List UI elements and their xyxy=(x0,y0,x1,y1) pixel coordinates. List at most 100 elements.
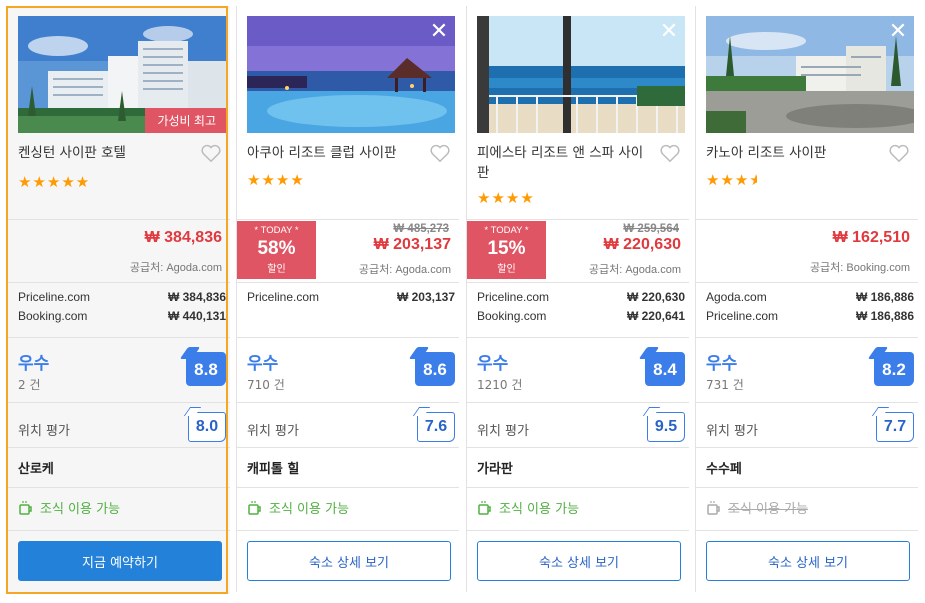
guest-rating: 우수 1210 건 8.4 xyxy=(477,349,685,399)
heart-icon[interactable] xyxy=(888,142,910,164)
divider xyxy=(237,447,459,448)
divider xyxy=(8,447,230,448)
provider-price: ₩ 220,630 xyxy=(626,290,685,304)
provider-row[interactable]: Agoda.com ₩ 186,886 xyxy=(706,290,914,309)
divider xyxy=(237,337,459,338)
provider-list: Priceline.com ₩ 384,836 Booking.com ₩ 440,… xyxy=(18,290,226,328)
heart-icon[interactable] xyxy=(200,142,222,164)
discount-percent: 15% xyxy=(487,238,526,259)
breakfast-label: 조식 이용 가능 xyxy=(269,502,350,517)
score-badge: 8.4 xyxy=(645,352,685,386)
provider-list: Priceline.com ₩ 220,630 Booking.com ₩ 220,… xyxy=(477,290,685,328)
provider-name: Priceline.com xyxy=(706,309,779,323)
divider xyxy=(237,219,459,220)
divider xyxy=(8,337,230,338)
hotel-name[interactable]: 아쿠아 리조트 클럽 사이판 xyxy=(247,143,417,163)
full-stars: ★★★ xyxy=(706,171,750,189)
guest-rating: 우수 710 건 8.6 xyxy=(247,349,455,399)
provider-row[interactable]: Booking.com ₩ 440,131 xyxy=(18,309,226,328)
provider-price: ₩ 186,886 xyxy=(855,290,914,304)
provider-price: ₩ 203,137 xyxy=(396,290,455,304)
star-rating: ★★★★ xyxy=(477,189,535,207)
location-rating: 위치 평가 7.6 xyxy=(247,409,455,445)
book-now-button[interactable]: 지금 예약하기 xyxy=(18,541,222,581)
score-badge: 8.8 xyxy=(186,352,226,386)
close-icon[interactable]: ✕ xyxy=(429,21,449,43)
hotel-name[interactable]: 켄싱턴 사이판 호텔 xyxy=(18,143,188,163)
hotel-card-4[interactable]: ✕ 카노아 리조트 사이판 ★★★★ ₩ 162,510 공급처: Bookin… xyxy=(696,6,918,594)
hotel-photo[interactable]: ✕ xyxy=(247,16,455,133)
provider-name: Priceline.com xyxy=(477,290,550,304)
divider xyxy=(696,487,918,488)
price-block: * TODAY * 15% 할인 ₩ 259,564 ₩ 220,630 공급처… xyxy=(467,221,689,279)
hotel-photo[interactable]: 가성비 최고 xyxy=(18,16,226,133)
provider-row[interactable]: Booking.com ₩ 220,641 xyxy=(477,309,685,328)
price-block: ₩ 162,510 공급처: Booking.com xyxy=(696,221,918,279)
hotel-photo[interactable]: ✕ xyxy=(706,16,914,133)
divider xyxy=(8,219,230,220)
star-rating: ★★★★ xyxy=(247,171,305,189)
area-name: 가라판 xyxy=(477,462,513,477)
divider xyxy=(237,530,459,531)
provider-price: ₩ 186,886 xyxy=(855,309,914,323)
guest-rating: 우수 2 건 8.8 xyxy=(18,349,226,399)
provider-price: ₩ 220,641 xyxy=(626,309,685,323)
location-score: 7.7 xyxy=(876,412,914,442)
close-icon[interactable]: ✕ xyxy=(659,21,679,43)
provider-row[interactable]: Priceline.com ₩ 203,137 xyxy=(247,290,455,309)
today-discount-badge: * TODAY * 58% 할인 xyxy=(237,221,316,279)
provider-name: Agoda.com xyxy=(706,290,767,304)
coffee-cup-icon xyxy=(19,500,32,515)
divider xyxy=(237,487,459,488)
divider xyxy=(696,337,918,338)
divider xyxy=(467,447,689,448)
provider-row[interactable]: Priceline.com ₩ 186,886 xyxy=(706,309,914,328)
best-value-badge: 가성비 최고 xyxy=(145,108,226,133)
today-label: * TODAY * xyxy=(254,225,299,236)
today-discount-badge: * TODAY * 15% 할인 xyxy=(467,221,546,279)
best-price[interactable]: ₩ 384,836 xyxy=(145,229,222,247)
half-star-icon: ★ xyxy=(749,171,758,189)
hotel-card-2[interactable]: ✕ 아쿠아 리조트 클럽 사이판 ★★★★ * TODAY * 58% 할인 ₩… xyxy=(237,6,459,594)
breakfast-info: 조식 이용 가능 xyxy=(18,498,120,517)
best-price[interactable]: ₩ 220,630 xyxy=(604,236,681,254)
area-name: 산로케 xyxy=(18,462,54,477)
view-details-button[interactable]: 숙소 상세 보기 xyxy=(477,541,681,581)
divider xyxy=(696,530,918,531)
location-label: 위치 평가 xyxy=(247,424,299,439)
provider-name: Booking.com xyxy=(18,309,88,323)
hotel-photo[interactable]: ✕ xyxy=(477,16,685,133)
view-details-button[interactable]: 숙소 상세 보기 xyxy=(247,541,451,581)
today-label: * TODAY * xyxy=(484,225,529,236)
location-score: 8.0 xyxy=(188,412,226,442)
original-price: ₩ 259,564 xyxy=(623,223,679,235)
star-rating: ★★★★ xyxy=(706,171,757,189)
provider-name: Priceline.com xyxy=(18,290,91,304)
provider-list: Priceline.com ₩ 203,137 xyxy=(247,290,455,309)
close-icon[interactable]: ✕ xyxy=(888,21,908,43)
divider xyxy=(237,282,459,283)
view-details-button[interactable]: 숙소 상세 보기 xyxy=(706,541,910,581)
hotel-card-3[interactable]: ✕ 피에스타 리조트 앤 스파 사이판 ★★★★ * TODAY * 15% 할… xyxy=(467,6,689,594)
score-badge: 8.2 xyxy=(874,352,914,386)
breakfast-label: 조식 이용 가능 xyxy=(499,502,580,517)
divider xyxy=(696,219,918,220)
breakfast-info: 조식 이용 가능 xyxy=(706,498,808,517)
heart-icon[interactable] xyxy=(659,142,681,164)
best-price[interactable]: ₩ 203,137 xyxy=(374,236,451,254)
provider-row[interactable]: Priceline.com ₩ 384,836 xyxy=(18,290,226,309)
supplier: 공급처: Booking.com xyxy=(809,262,910,274)
breakfast-info: 조식 이용 가능 xyxy=(477,498,579,517)
provider-row[interactable]: Priceline.com ₩ 220,630 xyxy=(477,290,685,309)
hotel-comparison-grid: 가성비 최고 켄싱턴 사이판 호텔 ★★★★★ ₩ 384,836 공급처: A… xyxy=(0,0,925,603)
supplier: 공급처: Agoda.com xyxy=(129,262,222,274)
provider-name: Priceline.com xyxy=(247,290,320,304)
hotel-name[interactable]: 피에스타 리조트 앤 스파 사이판 xyxy=(477,143,647,183)
provider-name: Booking.com xyxy=(477,309,547,323)
hotel-name[interactable]: 카노아 리조트 사이판 xyxy=(706,143,876,163)
discount-label: 할인 xyxy=(267,264,286,275)
best-price[interactable]: ₩ 162,510 xyxy=(833,229,910,247)
hotel-card-1[interactable]: 가성비 최고 켄싱턴 사이판 호텔 ★★★★★ ₩ 384,836 공급처: A… xyxy=(6,6,230,594)
heart-icon[interactable] xyxy=(429,142,451,164)
price-block: * TODAY * 58% 할인 ₩ 485,273 ₩ 203,137 공급처… xyxy=(237,221,459,279)
